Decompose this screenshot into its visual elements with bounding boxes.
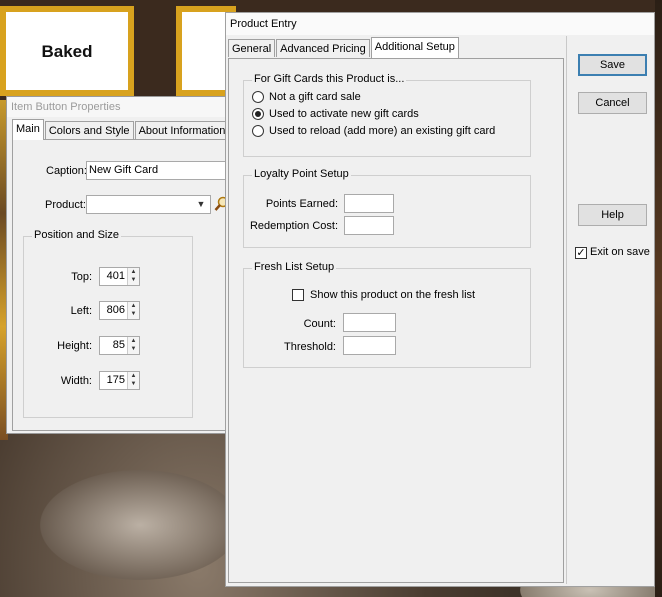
window-title: Product Entry bbox=[226, 13, 654, 35]
radio-label: Used to reload (add more) an existing gi… bbox=[269, 125, 496, 137]
points-earned-input[interactable] bbox=[344, 194, 394, 213]
loyalty-point-group: Loyalty Point Setup Points Earned: Redem… bbox=[243, 168, 531, 248]
count-label: Count: bbox=[303, 318, 336, 330]
spin-up-icon[interactable]: ▲ bbox=[128, 302, 139, 310]
threshold-label: Threshold: bbox=[284, 341, 336, 353]
count-input[interactable] bbox=[343, 313, 396, 332]
menu-tile-label: Baked bbox=[41, 42, 93, 61]
tab-additional-setup[interactable]: Additional Setup bbox=[370, 37, 459, 58]
spin-down-icon[interactable]: ▼ bbox=[128, 380, 139, 388]
help-button[interactable]: Help bbox=[578, 204, 647, 226]
left-spinner[interactable]: 806 ▲ ▼ bbox=[99, 301, 140, 320]
caption-label: Caption: bbox=[46, 165, 87, 177]
tab-main[interactable]: Main bbox=[12, 119, 44, 140]
top-label: Top: bbox=[71, 271, 92, 283]
menu-tile-baked[interactable]: Baked bbox=[0, 6, 134, 96]
fresh-list-checkbox[interactable] bbox=[292, 289, 304, 301]
spin-down-icon[interactable]: ▼ bbox=[128, 345, 139, 353]
group-title: Position and Size bbox=[32, 229, 121, 241]
spin-up-icon[interactable]: ▲ bbox=[128, 372, 139, 380]
height-label: Height: bbox=[57, 340, 92, 352]
radio-reload-gift-card[interactable] bbox=[252, 125, 264, 137]
left-value: 806 bbox=[106, 304, 125, 316]
height-spinner[interactable]: 85 ▲ ▼ bbox=[99, 336, 140, 355]
spin-up-icon[interactable]: ▲ bbox=[128, 337, 139, 345]
product-select[interactable]: ▼ bbox=[86, 195, 211, 214]
background-strip bbox=[655, 0, 662, 597]
radio-not-gift-card[interactable] bbox=[252, 91, 264, 103]
cancel-button[interactable]: Cancel bbox=[578, 92, 647, 114]
background-image bbox=[40, 470, 240, 580]
chevron-down-icon[interactable]: ▼ bbox=[194, 197, 208, 212]
tab-panel-additional-setup: For Gift Cards this Product is... Not a … bbox=[228, 58, 564, 583]
left-label: Left: bbox=[70, 305, 92, 317]
radio-label: Used to activate new gift cards bbox=[269, 108, 419, 120]
tab-bar: Main Colors and Style About Information bbox=[12, 119, 230, 140]
width-label: Width: bbox=[60, 375, 92, 387]
tab-panel-main: Caption: New Gift Card Product: ▼ Positi… bbox=[12, 139, 229, 431]
window-title: Item Button Properties bbox=[7, 97, 229, 117]
product-label: Product: bbox=[45, 199, 86, 211]
radio-activate-gift-cards[interactable] bbox=[252, 108, 264, 120]
tab-advanced-pricing[interactable]: Advanced Pricing bbox=[276, 39, 370, 57]
threshold-input[interactable] bbox=[343, 336, 396, 355]
width-value: 175 bbox=[106, 374, 125, 386]
redemption-cost-input[interactable] bbox=[344, 216, 394, 235]
spin-down-icon[interactable]: ▼ bbox=[128, 310, 139, 318]
exit-on-save-label: Exit on save bbox=[590, 246, 650, 258]
caption-input[interactable]: New Gift Card bbox=[86, 161, 226, 180]
position-size-group: Position and Size Top: 401 ▲ ▼ Left: 806 … bbox=[23, 229, 193, 418]
radio-label: Not a gift card sale bbox=[269, 91, 361, 103]
tab-colors-and-style[interactable]: Colors and Style bbox=[44, 121, 134, 139]
spin-down-icon[interactable]: ▼ bbox=[128, 276, 139, 284]
top-value: 401 bbox=[106, 270, 125, 282]
gift-card-group: For Gift Cards this Product is... Not a … bbox=[243, 73, 531, 157]
points-earned-label: Points Earned: bbox=[265, 198, 338, 210]
group-title: Loyalty Point Setup bbox=[252, 168, 351, 180]
height-value: 85 bbox=[112, 339, 125, 351]
group-title: For Gift Cards this Product is... bbox=[252, 73, 407, 85]
spin-up-icon[interactable]: ▲ bbox=[128, 268, 139, 276]
save-button[interactable]: Save bbox=[578, 54, 647, 76]
redemption-cost-label: Redemption Cost: bbox=[249, 220, 338, 232]
group-title: Fresh List Setup bbox=[252, 261, 337, 273]
product-entry-window: Product Entry General Advanced Pricing A… bbox=[225, 12, 655, 587]
top-spinner[interactable]: 401 ▲ ▼ bbox=[99, 267, 140, 286]
tab-bar: General Advanced Pricing Additional Setu… bbox=[228, 37, 460, 58]
width-spinner[interactable]: 175 ▲ ▼ bbox=[99, 371, 140, 390]
item-button-properties-window: Item Button Properties Main Colors and S… bbox=[6, 96, 230, 434]
action-panel: Save Cancel Help ✓ Exit on save bbox=[566, 36, 654, 584]
tab-about-information[interactable]: About Information bbox=[134, 121, 230, 139]
tab-general[interactable]: General bbox=[228, 39, 276, 57]
fresh-list-group: Fresh List Setup Show this product on th… bbox=[243, 261, 531, 368]
exit-on-save-checkbox[interactable]: ✓ bbox=[575, 247, 587, 259]
fresh-list-checkbox-label: Show this product on the fresh list bbox=[310, 289, 476, 301]
